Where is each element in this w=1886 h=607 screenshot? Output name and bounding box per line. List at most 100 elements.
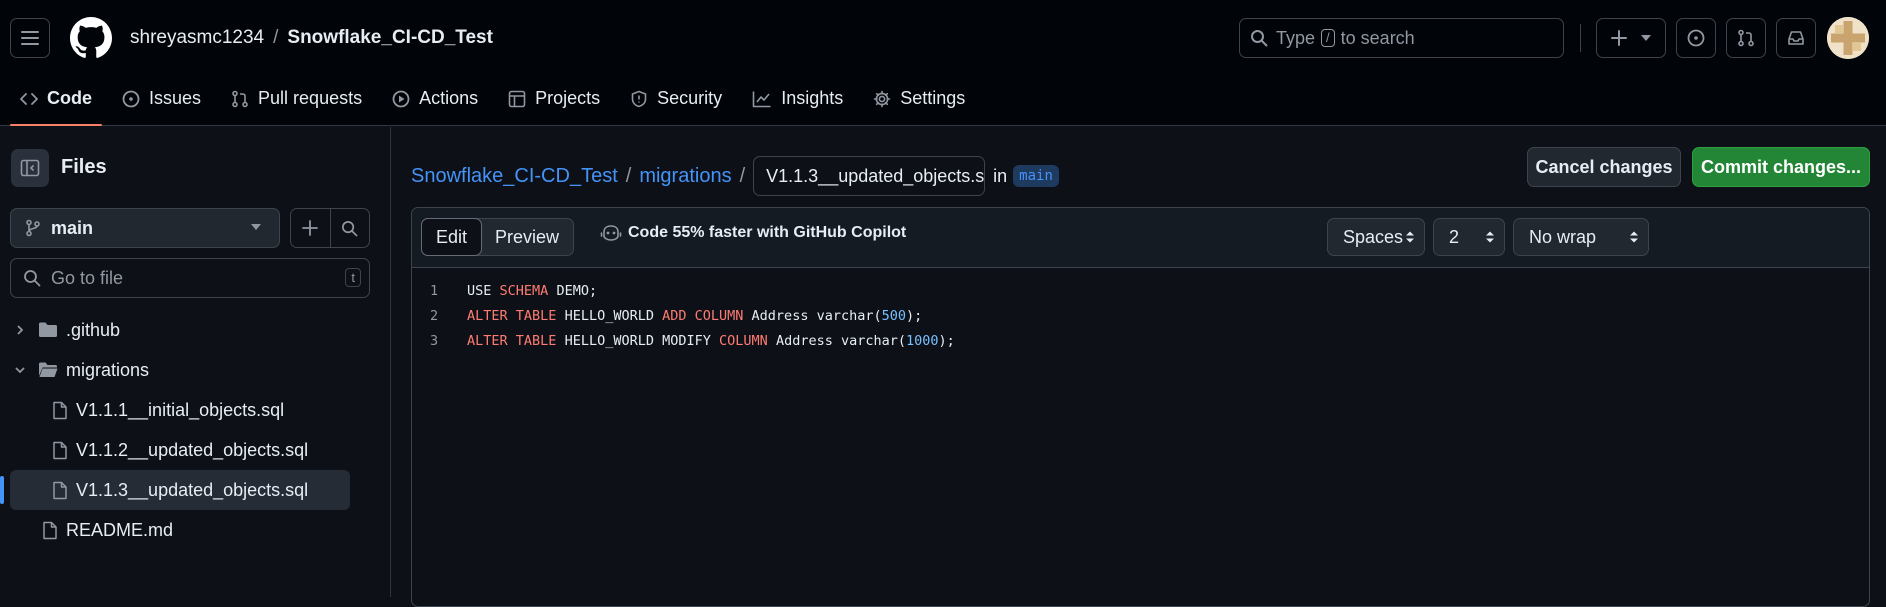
issue-icon (1687, 29, 1705, 47)
editor-toolbar: Edit Preview Code 55% faster with GitHub… (412, 208, 1869, 268)
branch-badge: main (1013, 165, 1059, 187)
github-logo-icon[interactable] (70, 17, 112, 59)
create-new-button[interactable] (1596, 18, 1666, 58)
copilot-promo-link[interactable]: Code 55% faster with GitHub Copilot (600, 224, 906, 242)
repo-owner-link[interactable]: shreyasmc1234 (130, 27, 264, 48)
tree-item-label: .github (66, 319, 121, 340)
branch-selector[interactable]: main (10, 208, 280, 248)
file-name-input[interactable]: V1.1.3__updated_objects.sql (753, 156, 986, 196)
wrap-mode-select[interactable]: No wrap (1513, 218, 1649, 256)
user-avatar[interactable] (1827, 17, 1869, 59)
indent-mode-value: Spaces (1343, 226, 1404, 247)
code-editor: Edit Preview Code 55% faster with GitHub… (411, 207, 1870, 607)
tab-actions[interactable]: Actions (382, 80, 488, 126)
file-icon (43, 521, 57, 539)
issues-button[interactable] (1676, 18, 1716, 58)
path-separator: / (273, 27, 279, 48)
tab-label: Projects (535, 88, 601, 108)
tree-folder-migrations[interactable]: migrations (0, 350, 391, 390)
sort-arrows-icon (1406, 231, 1414, 243)
tree-file-v111[interactable]: V1.1.1__initial_objects.sql (0, 390, 391, 430)
tab-security[interactable]: Security (620, 80, 732, 126)
cancel-changes-button[interactable]: Cancel changes (1527, 147, 1681, 187)
tab-label: Settings (900, 88, 966, 108)
issue-icon (122, 90, 140, 108)
tree-file-v113[interactable]: V1.1.3__updated_objects.sql (0, 470, 350, 510)
search-input[interactable]: Type / to search (1239, 18, 1564, 58)
code-line[interactable]: 1 USE SCHEMA DEMO; (412, 278, 1869, 303)
tab-insights[interactable]: Insights (742, 80, 853, 126)
tab-preview[interactable]: Preview (481, 219, 573, 255)
tree-item-label: V1.1.2__updated_objects.sql (76, 439, 309, 460)
file-path-breadcrumb: Snowflake_CI-CD_Test / migrations / V1.1… (411, 156, 1059, 196)
tab-label: Code (47, 88, 92, 108)
path-separator: / (739, 164, 746, 187)
chevron-down-icon (15, 367, 25, 374)
search-icon (1251, 30, 1268, 47)
line-text: ALTER TABLE HELLO_WORLD ADD COLUMN Addre… (467, 307, 923, 324)
repo-breadcrumb: shreyasmc1234 / Snowflake_CI-CD_Test (130, 27, 493, 49)
go-to-file-input[interactable]: Go to file t (10, 258, 370, 298)
code-line[interactable]: 3 ALTER TABLE HELLO_WORLD MODIFY COLUMN A… (412, 328, 1869, 353)
tab-label: Issues (149, 88, 202, 108)
sidebar-actions (290, 208, 370, 248)
file-tree: .github migrations V1.1.1__initial_objec… (0, 310, 391, 550)
sort-arrows-icon (1486, 231, 1494, 243)
tree-item-label: V1.1.3__updated_objects.sql (76, 479, 309, 500)
indent-size-select[interactable]: 2 (1433, 218, 1505, 256)
search-files-button[interactable] (329, 209, 370, 247)
breadcrumb-folder-link[interactable]: migrations (639, 165, 731, 188)
tab-label: Insights (781, 88, 844, 108)
search-icon (24, 270, 41, 287)
code-icon (20, 93, 38, 105)
path-separator: / (625, 164, 632, 187)
line-number: 1 (430, 282, 439, 299)
gear-icon (873, 90, 891, 108)
tab-label: Pull requests (258, 88, 363, 108)
tab-pull-requests[interactable]: Pull requests (221, 80, 372, 126)
header-divider (1580, 24, 1581, 52)
tab-label: Security (657, 88, 723, 108)
tab-issues[interactable]: Issues (112, 80, 211, 126)
file-icon (53, 481, 67, 499)
tab-settings[interactable]: Settings (863, 80, 975, 126)
inbox-button[interactable] (1776, 18, 1816, 58)
copilot-icon (600, 225, 622, 241)
in-label: in (993, 165, 1008, 186)
tab-edit[interactable]: Edit (421, 218, 483, 256)
sidebar-collapse-icon (20, 159, 40, 177)
edit-preview-toggle: Edit Preview (421, 218, 575, 256)
collapse-sidebar-button[interactable] (11, 149, 49, 187)
tree-item-label: README.md (66, 519, 174, 540)
search-icon (342, 220, 358, 236)
tree-file-v112[interactable]: V1.1.2__updated_objects.sql (0, 430, 391, 470)
add-file-button[interactable] (291, 209, 330, 247)
file-icon (53, 401, 67, 419)
line-number: 3 (430, 332, 439, 349)
tree-folder-github[interactable]: .github (0, 310, 391, 350)
tab-label: Actions (419, 88, 479, 108)
breadcrumb-repo-link[interactable]: Snowflake_CI-CD_Test (411, 165, 618, 188)
repo-name-link[interactable]: Snowflake_CI-CD_Test (287, 27, 493, 48)
sort-arrows-icon (1630, 231, 1638, 243)
code-area[interactable]: 1 USE SCHEMA DEMO; 2 ALTER TABLE HELLO_WORL… (412, 268, 1869, 353)
tab-code[interactable]: Code (10, 80, 102, 126)
search-prefix: Type (1276, 27, 1316, 48)
repo-nav-tabs: Code Issues Pull requests Actions Projec… (10, 80, 985, 126)
tab-projects[interactable]: Projects (498, 80, 610, 126)
pull-request-icon (1738, 29, 1754, 47)
branch-name: main (51, 217, 94, 238)
wrap-mode-value: No wrap (1529, 226, 1597, 247)
hamburger-icon (21, 31, 39, 45)
tree-file-readme[interactable]: README.md (0, 510, 391, 550)
go-to-file-placeholder: Go to file (51, 267, 124, 288)
indent-size-value: 2 (1449, 226, 1460, 247)
code-line[interactable]: 2 ALTER TABLE HELLO_WORLD ADD COLUMN Addr… (412, 303, 1869, 328)
indent-mode-select[interactable]: Spaces (1327, 218, 1425, 256)
line-text: ALTER TABLE HELLO_WORLD MODIFY COLUMN Ad… (467, 332, 955, 349)
search-suffix: to search (1340, 27, 1415, 48)
pull-requests-button[interactable] (1726, 18, 1766, 58)
files-heading: Files (61, 156, 107, 178)
menu-button[interactable] (10, 18, 50, 58)
commit-changes-button[interactable]: Commit changes... (1692, 147, 1870, 187)
